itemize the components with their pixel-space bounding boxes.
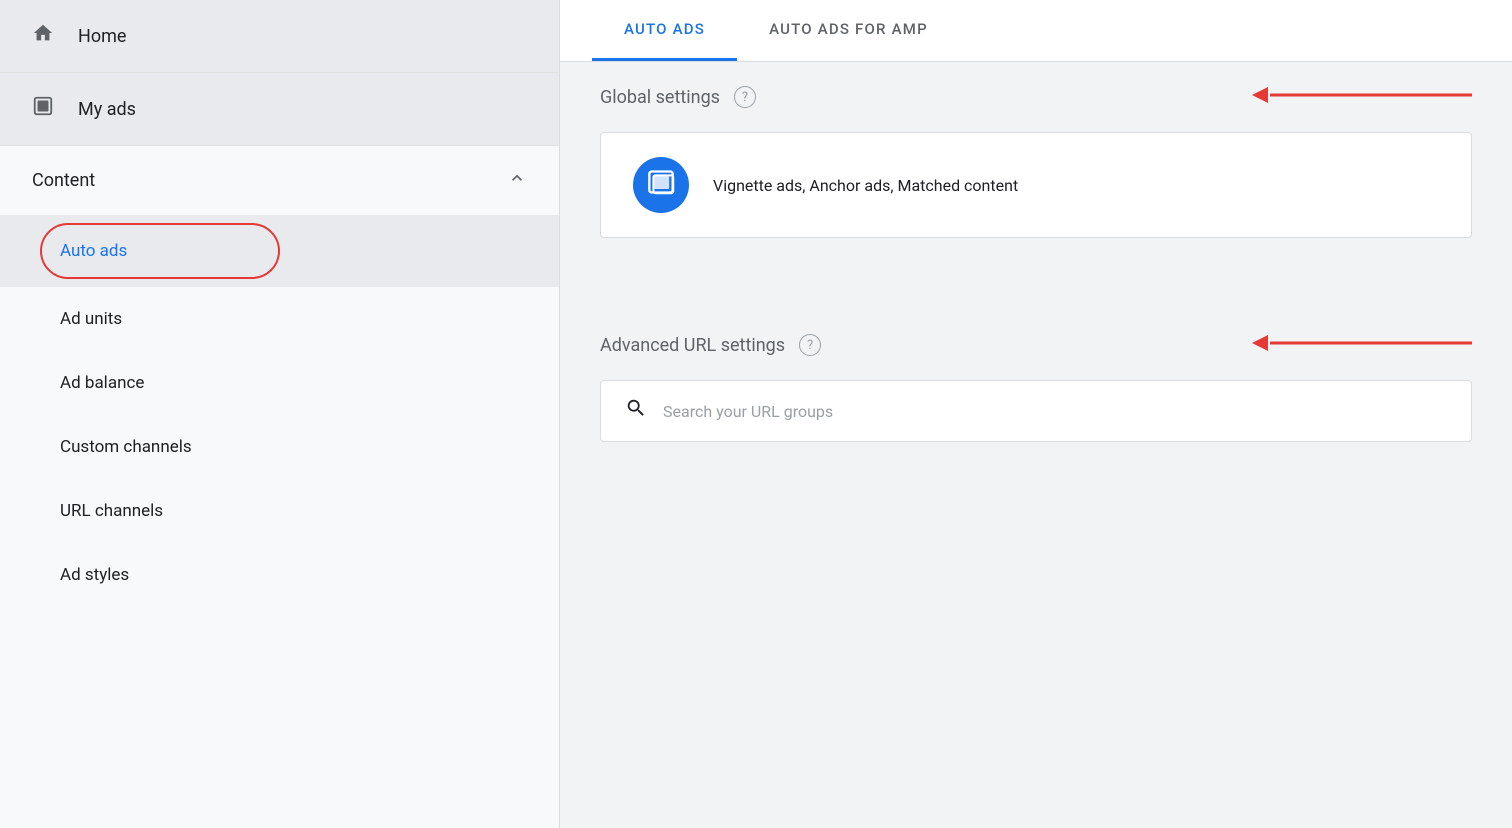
advanced-url-settings-section: Advanced URL settings ?	[560, 310, 1512, 442]
content-area: Global settings ?	[560, 62, 1512, 825]
my-ads-label: My ads	[78, 99, 136, 120]
url-channels-label: URL channels	[60, 501, 163, 521]
ad-balance-label: Ad balance	[60, 373, 144, 393]
section-spacer-2	[560, 286, 1512, 310]
advanced-url-arrow	[1252, 329, 1472, 361]
url-groups-search-placeholder: Search your URL groups	[663, 402, 833, 421]
section-spacer-1	[560, 262, 1512, 286]
global-settings-header: Global settings ?	[560, 62, 1512, 132]
sidebar-item-auto-ads[interactable]: Auto ads	[0, 215, 559, 287]
main-content: AUTO ADS AUTO ADS FOR AMP Global setting…	[560, 0, 1512, 828]
search-icon	[625, 397, 647, 425]
global-settings-section: Global settings ?	[560, 62, 1512, 238]
global-settings-content: Vignette ads, Anchor ads, Matched conten…	[560, 132, 1512, 238]
global-settings-card-text: Vignette ads, Anchor ads, Matched conten…	[713, 176, 1018, 195]
sidebar-section-content[interactable]: Content	[0, 146, 559, 215]
content-label: Content	[32, 170, 95, 191]
custom-channels-label: Custom channels	[60, 437, 192, 457]
my-ads-icon	[32, 95, 54, 123]
sidebar-item-home[interactable]: Home	[0, 0, 559, 73]
tab-bar: AUTO ADS AUTO ADS FOR AMP	[560, 0, 1512, 62]
advanced-url-settings-help-icon[interactable]: ?	[799, 334, 821, 356]
ad-styles-label: Ad styles	[60, 565, 129, 585]
global-settings-arrow	[1252, 81, 1472, 113]
global-settings-title: Global settings	[600, 87, 720, 108]
chevron-up-icon	[507, 168, 527, 193]
sidebar-item-custom-channels[interactable]: Custom channels	[0, 415, 559, 479]
sidebar-item-ad-units[interactable]: Ad units	[0, 287, 559, 351]
tab-auto-ads-amp[interactable]: AUTO ADS FOR AMP	[737, 0, 960, 61]
auto-ads-label: Auto ads	[60, 231, 127, 271]
sidebar-item-ad-balance[interactable]: Ad balance	[0, 351, 559, 415]
sidebar-item-url-channels[interactable]: URL channels	[0, 479, 559, 543]
advanced-url-settings-title: Advanced URL settings	[600, 335, 785, 356]
ad-unit-icon	[647, 168, 675, 202]
advanced-url-settings-header: Advanced URL settings ?	[560, 310, 1512, 380]
home-label: Home	[78, 26, 126, 47]
advanced-url-settings-content: Search your URL groups	[560, 380, 1512, 442]
url-groups-search-card[interactable]: Search your URL groups	[600, 380, 1472, 442]
sidebar: Home My ads Content Auto ads Ad units Ad…	[0, 0, 560, 828]
sidebar-item-ad-styles[interactable]: Ad styles	[0, 543, 559, 607]
tab-auto-ads[interactable]: AUTO ADS	[592, 0, 737, 61]
global-settings-help-icon[interactable]: ?	[734, 86, 756, 108]
global-settings-card[interactable]: Vignette ads, Anchor ads, Matched conten…	[600, 132, 1472, 238]
card-icon-circle	[633, 157, 689, 213]
sidebar-item-my-ads[interactable]: My ads	[0, 73, 559, 146]
home-icon	[32, 22, 54, 50]
ad-units-label: Ad units	[60, 309, 122, 329]
